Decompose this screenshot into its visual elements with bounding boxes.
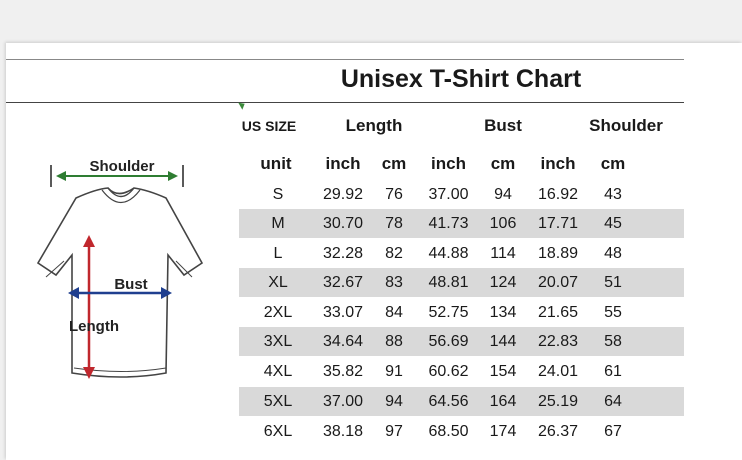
cell-length-inch: 32.28 bbox=[322, 245, 364, 262]
cell-bust-inch: 56.69 bbox=[428, 333, 469, 350]
cell-bust-inch: 52.75 bbox=[428, 304, 469, 321]
cell-size: M bbox=[271, 215, 285, 232]
header-bust-cm: cm bbox=[490, 154, 516, 173]
header-unit: unit bbox=[260, 154, 292, 173]
cell-length-cm: 97 bbox=[385, 423, 403, 440]
cell-length-cm: 76 bbox=[385, 186, 403, 203]
table-row: 6XL 38.18 97 68.50 174 26.37 67 bbox=[239, 417, 684, 446]
cell-shoulder-cm: 64 bbox=[604, 393, 622, 410]
cell-length-cm: 82 bbox=[385, 245, 403, 262]
cell-size: 5XL bbox=[263, 393, 293, 410]
cell-bust-inch: 48.81 bbox=[428, 274, 469, 291]
table-row: S 29.92 76 37.00 94 16.92 43 bbox=[239, 180, 684, 209]
length-label: Length bbox=[69, 318, 119, 335]
header-length: Length bbox=[345, 116, 403, 135]
cell-length-inch: 29.92 bbox=[322, 186, 364, 203]
cell-shoulder-inch: 22.83 bbox=[537, 333, 579, 350]
size-chart-sheet: Unisex T-Shirt Chart Shoulder Bust Lengt… bbox=[6, 43, 742, 460]
cell-shoulder-inch: 26.37 bbox=[537, 423, 579, 440]
cell-length-cm: 88 bbox=[385, 333, 403, 350]
cell-bust-inch: 60.62 bbox=[428, 363, 469, 380]
table-row: L 32.28 82 44.88 114 18.89 48 bbox=[239, 239, 684, 268]
header-length-cm: cm bbox=[381, 154, 407, 173]
cell-shoulder-cm: 55 bbox=[604, 304, 622, 321]
cell-length-cm: 94 bbox=[385, 393, 403, 410]
cell-shoulder-inch: 20.07 bbox=[537, 274, 579, 291]
cell-bust-cm: 154 bbox=[489, 363, 517, 380]
cell-size: 2XL bbox=[263, 304, 293, 321]
cell-shoulder-inch: 24.01 bbox=[537, 363, 579, 380]
chart-title: Unisex T-Shirt Chart bbox=[340, 65, 582, 93]
bust-label: Bust bbox=[114, 276, 147, 293]
cell-bust-inch: 41.73 bbox=[428, 215, 469, 232]
cell-bust-cm: 114 bbox=[490, 245, 516, 262]
shoulder-arrow-left-icon bbox=[56, 171, 66, 181]
header-shoulder-cm: cm bbox=[600, 154, 626, 173]
cell-shoulder-cm: 51 bbox=[604, 274, 622, 291]
tshirt-diagram: Shoulder Bust Length bbox=[36, 157, 204, 379]
cell-bust-inch: 64.56 bbox=[428, 393, 469, 410]
cell-shoulder-cm: 45 bbox=[604, 215, 622, 232]
cell-shoulder-cm: 58 bbox=[604, 333, 622, 350]
table-row: 2XL 33.07 84 52.75 134 21.65 55 bbox=[239, 298, 684, 327]
cell-length-inch: 30.70 bbox=[322, 215, 364, 232]
header-length-inch: inch bbox=[325, 154, 361, 173]
cell-bust-cm: 94 bbox=[494, 186, 512, 203]
cell-bust-cm: 164 bbox=[489, 393, 517, 410]
table-row: 5XL 37.00 94 64.56 164 25.19 64 bbox=[239, 387, 684, 416]
cell-bust-cm: 174 bbox=[489, 423, 517, 440]
header-bust: Bust bbox=[484, 116, 522, 135]
cell-size: L bbox=[273, 245, 283, 262]
cell-shoulder-cm: 67 bbox=[604, 423, 622, 440]
cell-bust-cm: 144 bbox=[489, 333, 517, 350]
header-shoulder: Shoulder bbox=[589, 116, 663, 135]
header-shoulder-inch: inch bbox=[540, 154, 576, 173]
cell-shoulder-cm: 61 bbox=[604, 363, 622, 380]
cell-length-inch: 35.82 bbox=[322, 363, 364, 380]
header-us-size: US SIZE bbox=[241, 118, 297, 134]
cell-size: S bbox=[272, 186, 284, 203]
title-underline bbox=[6, 102, 684, 103]
cell-length-inch: 33.07 bbox=[322, 304, 364, 321]
cell-shoulder-inch: 18.89 bbox=[537, 245, 579, 262]
table-row: XL 32.67 83 48.81 124 20.07 51 bbox=[239, 268, 684, 297]
cell-size: XL bbox=[268, 274, 288, 291]
cell-shoulder-inch: 25.19 bbox=[537, 393, 579, 410]
cell-shoulder-inch: 21.65 bbox=[537, 304, 579, 321]
cell-shoulder-cm: 48 bbox=[604, 245, 622, 262]
shoulder-label: Shoulder bbox=[89, 158, 154, 175]
cell-shoulder-inch: 16.92 bbox=[537, 186, 579, 203]
cell-bust-inch: 37.00 bbox=[428, 186, 469, 203]
cell-length-cm: 91 bbox=[385, 363, 403, 380]
cell-length-inch: 34.64 bbox=[322, 333, 364, 350]
cell-length-cm: 78 bbox=[385, 215, 403, 232]
cell-size: 6XL bbox=[263, 423, 293, 440]
cell-bust-inch: 68.50 bbox=[428, 423, 469, 440]
cell-shoulder-inch: 17.71 bbox=[537, 215, 579, 232]
cell-bust-cm: 106 bbox=[489, 215, 517, 232]
table-row: 3XL 34.64 88 56.69 144 22.83 58 bbox=[239, 327, 684, 356]
top-rule bbox=[6, 59, 684, 60]
cell-length-inch: 38.18 bbox=[322, 423, 364, 440]
cell-shoulder-cm: 43 bbox=[604, 186, 622, 203]
cell-length-inch: 37.00 bbox=[322, 393, 364, 410]
cell-size: 3XL bbox=[263, 333, 293, 350]
cell-length-inch: 32.67 bbox=[322, 274, 364, 291]
cell-length-cm: 83 bbox=[385, 274, 403, 291]
shoulder-arrow-right-icon bbox=[168, 171, 178, 181]
cell-size: 4XL bbox=[263, 363, 293, 380]
header-bust-inch: inch bbox=[431, 154, 466, 173]
cell-bust-inch: 44.88 bbox=[428, 245, 469, 262]
cell-bust-cm: 124 bbox=[489, 274, 517, 291]
cell-bust-cm: 134 bbox=[489, 304, 517, 321]
table-row: 4XL 35.82 91 60.62 154 24.01 61 bbox=[239, 357, 684, 386]
cell-length-cm: 84 bbox=[385, 304, 403, 321]
table-row: M 30.70 78 41.73 106 17.71 45 bbox=[239, 209, 684, 238]
